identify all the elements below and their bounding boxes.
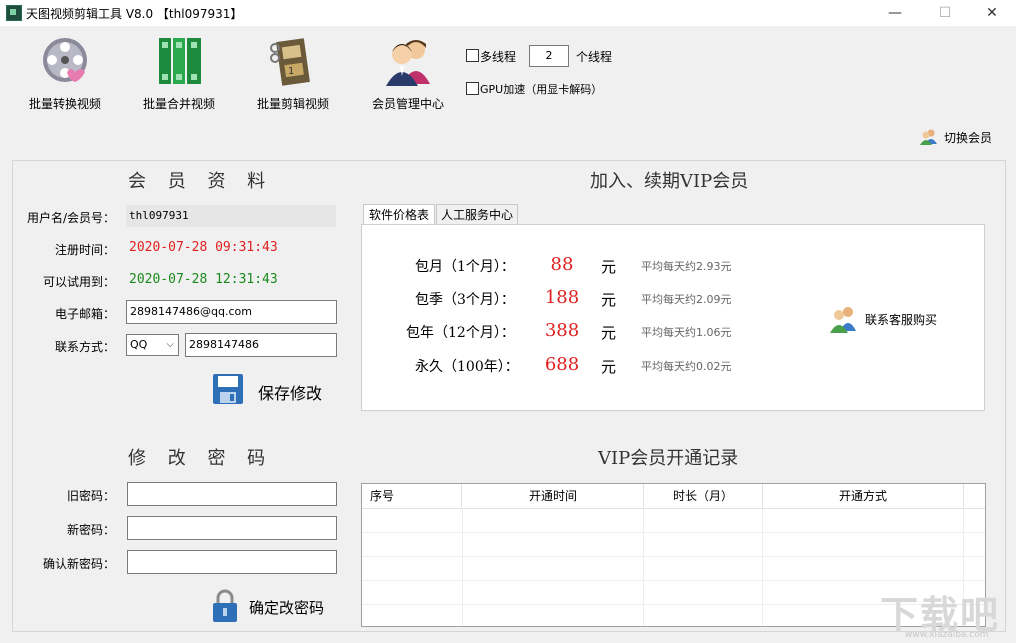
- plan-avg: 平均每天约1.06元: [641, 326, 732, 339]
- plan-unit: 元: [601, 291, 617, 309]
- contact-buy-button[interactable]: 联系客服购买: [829, 303, 949, 333]
- plan-price: 388: [544, 320, 580, 341]
- old-password-input[interactable]: [127, 482, 337, 506]
- contact-type-select[interactable]: QQ ⌵: [126, 334, 179, 356]
- thread-unit-label: 个线程: [576, 50, 613, 64]
- members-icon: [386, 40, 430, 86]
- change-password-label: 确定改密码: [249, 599, 325, 617]
- plan-price: 688: [544, 354, 580, 375]
- batch-convert-label: 批量转换视频: [28, 97, 101, 111]
- column-header-method[interactable]: 开通方式: [763, 484, 964, 508]
- profile-title: 会 员 资 料: [128, 171, 274, 192]
- multithread-label: 多线程: [480, 50, 517, 64]
- plan-name: 包年（12个月）：: [406, 325, 515, 341]
- trial-time-label: 可以试用到：: [42, 275, 115, 289]
- row-divider: [362, 532, 985, 533]
- switch-member-label: 切换会员: [944, 131, 993, 145]
- plan-avg: 平均每天约2.93元: [641, 260, 732, 273]
- column-header-open-time[interactable]: 开通时间: [463, 484, 644, 508]
- change-password-button[interactable]: 确定改密码: [211, 589, 341, 625]
- confirm-password-input[interactable]: [127, 550, 337, 574]
- plan-price: 188: [544, 287, 580, 308]
- records-title: VIP会员开通记录: [598, 448, 739, 469]
- email-input[interactable]: 2898147486@qq.com: [126, 300, 337, 324]
- plan-avg: 平均每天约2.09元: [641, 293, 732, 306]
- member-center-label: 会员管理中心: [371, 97, 444, 111]
- svg-text:1: 1: [288, 66, 294, 77]
- vip-title: 加入、续期VIP会员: [590, 171, 749, 192]
- plan-unit: 元: [601, 358, 617, 376]
- contact-value-input[interactable]: 2898147486: [185, 333, 337, 357]
- password-title: 修 改 密 码: [128, 448, 274, 469]
- header-divider: [362, 508, 985, 509]
- reg-time-label: 注册时间：: [54, 243, 115, 257]
- save-disk-icon: [213, 374, 243, 404]
- close-button[interactable]: ✕: [969, 0, 1015, 26]
- watermark-url: www.xiazaiba.com: [905, 630, 989, 640]
- save-label: 保存修改: [258, 384, 323, 403]
- username-label: 用户名/会员号：: [26, 211, 115, 225]
- plan-price: 88: [550, 254, 574, 275]
- column-header-index[interactable]: 序号: [362, 484, 462, 508]
- batch-convert-button[interactable]: 批量转换视频: [15, 32, 115, 112]
- window-title: 天图视频剪辑工具 V8.0 【thl097931】: [26, 7, 243, 21]
- thread-count-input[interactable]: 2: [529, 45, 569, 67]
- confirm-password-label: 确认新密码：: [42, 557, 115, 571]
- old-password-label: 旧密码：: [66, 489, 115, 503]
- customer-service-icon: [830, 307, 856, 333]
- tab-service-center[interactable]: 人工服务中心: [436, 204, 518, 225]
- row-divider: [362, 580, 985, 581]
- column-header-duration[interactable]: 时长（月）: [644, 484, 763, 508]
- batch-merge-button[interactable]: 批量合并视频: [129, 32, 229, 112]
- row-divider: [362, 556, 985, 557]
- column-divider: [643, 508, 644, 626]
- email-label: 电子邮箱：: [54, 307, 115, 321]
- contact-buy-label: 联系客服购买: [865, 313, 938, 327]
- username-value: thl097931: [129, 209, 189, 222]
- plan-name: 包月（1个月）：: [415, 259, 515, 275]
- plan-avg: 平均每天约0.02元: [641, 360, 732, 373]
- contact-type-value: QQ: [130, 338, 148, 351]
- batch-cut-button[interactable]: 1 批量剪辑视频: [243, 32, 343, 112]
- title-bar: 天图视频剪辑工具 V8.0 【thl097931】 — ☐ ✕: [0, 0, 1016, 26]
- reg-time-value: 2020-07-28 09:31:43: [129, 240, 278, 255]
- new-password-label: 新密码：: [66, 523, 115, 537]
- column-divider: [762, 508, 763, 626]
- trial-time-value: 2020-07-28 12:31:43: [129, 272, 278, 287]
- plan-unit: 元: [601, 258, 617, 276]
- new-password-input[interactable]: [127, 516, 337, 540]
- batch-merge-label: 批量合并视频: [142, 97, 215, 111]
- column-divider: [462, 508, 463, 626]
- batch-cut-label: 批量剪辑视频: [256, 97, 329, 111]
- chevron-down-icon: ⌵: [166, 339, 174, 350]
- switch-user-icon: [920, 129, 937, 145]
- merge-bars-icon: [159, 38, 201, 84]
- contact-label: 联系方式：: [54, 340, 115, 354]
- plan-name: 包季（3个月）：: [415, 292, 515, 308]
- member-center-button[interactable]: 会员管理中心: [358, 32, 458, 112]
- film-cut-icon: 1: [270, 38, 310, 86]
- gpu-checkbox[interactable]: [466, 82, 479, 95]
- plan-unit: 元: [601, 324, 617, 342]
- multithread-checkbox[interactable]: [466, 49, 479, 62]
- maximize-button[interactable]: ☐: [922, 0, 968, 26]
- app-icon: [6, 5, 22, 21]
- plan-name: 永久（100年）：: [415, 359, 519, 375]
- minimize-button[interactable]: —: [872, 0, 918, 26]
- save-button[interactable]: 保存修改: [212, 372, 342, 408]
- film-reel-icon: [43, 38, 87, 82]
- gpu-label: GPU加速（用显卡解码）: [480, 83, 603, 96]
- tab-price-list[interactable]: 软件价格表: [363, 204, 435, 226]
- lock-icon: [213, 589, 237, 622]
